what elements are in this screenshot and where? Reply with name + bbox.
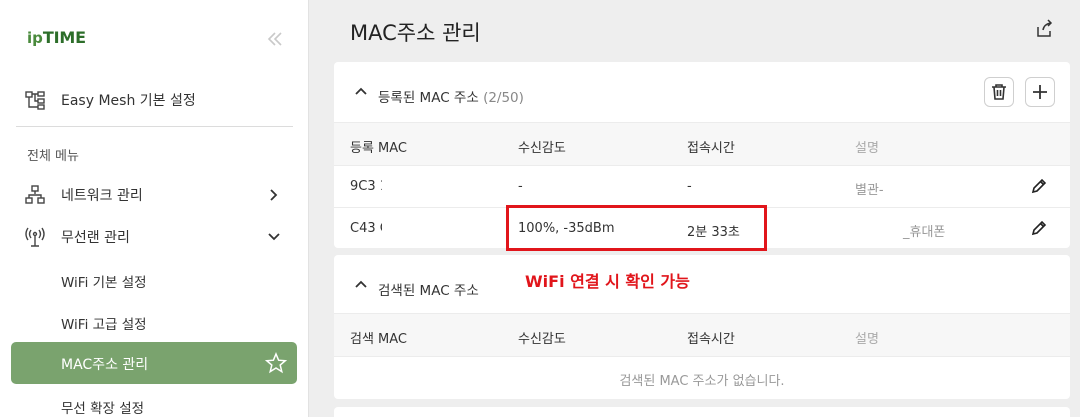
mesh-topology-icon [24,89,46,111]
redaction-box [888,175,946,197]
col-connect-time: 접속시간 [687,332,735,347]
next-card [334,407,1070,417]
submenu-mac-address-active[interactable]: MAC주소 관리 [11,342,297,384]
export-icon[interactable] [1035,19,1055,39]
registered-count: (2/50) [483,90,524,106]
row-desc: _휴대폰 [903,225,946,240]
logo-time: TIME [42,28,86,47]
menu-network[interactable]: 네트워크 관리 [24,182,143,208]
row-signal: - [518,179,523,194]
annotation-highlight-box [506,205,767,251]
chevron-right-icon [270,189,278,201]
network-icon [24,184,46,206]
trash-icon [992,84,1006,100]
registered-table-header: 등록 MAC 수신감도 접속시간 설명 [334,122,1070,166]
sidebar: ip TIME Easy Mesh 기본 설정 전체 메뉴 네트워크 관리 무선… [0,0,309,417]
searched-mac-card: 검색된 MAC 주소 검색 MAC 수신감도 접속시간 설명 검색된 MAC 주… [334,255,1070,399]
row-time: - [687,179,692,194]
delete-button[interactable] [984,77,1014,107]
add-mac-button[interactable] [1025,77,1055,107]
wireless-antenna-icon [24,226,46,248]
logo-ip: ip [27,29,43,47]
redaction-box [382,210,454,246]
chevron-down-icon [268,233,280,241]
sidebar-divider [16,126,293,127]
submenu-wifi-basic[interactable]: WiFi 기본 설정 [61,271,147,291]
col-signal: 수신감도 [518,332,566,347]
menu-easy-mesh[interactable]: Easy Mesh 기본 설정 [24,87,196,113]
empty-state-text: 검색된 MAC 주소가 없습니다. [619,374,785,389]
collapse-sidebar-icon[interactable] [265,28,285,50]
redaction-box [856,216,898,242]
searched-table-header: 검색 MAC 수신감도 접속시간 설명 [334,313,1070,357]
submenu-wireless-extension[interactable]: 무선 확장 설정 [61,397,144,417]
favorite-star-icon[interactable] [265,352,287,374]
registered-card-title: 등록된 MAC 주소 (2/50) [378,90,524,106]
menu-network-label: 네트워크 관리 [61,188,143,204]
menu-wireless-label: 무선랜 관리 [61,230,130,246]
chevron-up-icon[interactable] [354,86,368,96]
page-title: MAC주소 관리 [350,21,481,45]
searched-card-header[interactable]: 검색된 MAC 주소 [334,255,1070,315]
col-registered-mac: 등록 MAC [350,141,408,156]
col-signal: 수신감도 [518,141,566,156]
annotation-text: WiFi 연결 시 확인 가능 [525,272,690,291]
col-connect-time: 접속시간 [687,141,735,156]
iptime-logo[interactable]: ip TIME [27,28,86,50]
edit-pencil-icon[interactable] [1030,219,1048,237]
col-description: 설명 [855,332,879,347]
plus-icon [1033,85,1047,99]
col-searched-mac: 검색 MAC [350,332,408,347]
searched-card-title: 검색된 MAC 주소 [378,283,479,299]
menu-easy-mesh-label: Easy Mesh 기본 설정 [61,93,196,109]
row-desc: 별관- [855,183,884,198]
col-description: 설명 [855,141,879,156]
submenu-wifi-advanced[interactable]: WiFi 고급 설정 [61,313,147,333]
redaction-box [382,172,454,204]
registered-card-header[interactable]: 등록된 MAC 주소 (2/50) [334,62,1070,122]
edit-pencil-icon[interactable] [1030,177,1048,195]
all-menu-label: 전체 메뉴 [27,149,79,164]
submenu-mac-address-label: MAC주소 관리 [61,357,149,373]
menu-wireless[interactable]: 무선랜 관리 [24,224,130,250]
chevron-up-icon[interactable] [354,279,368,289]
